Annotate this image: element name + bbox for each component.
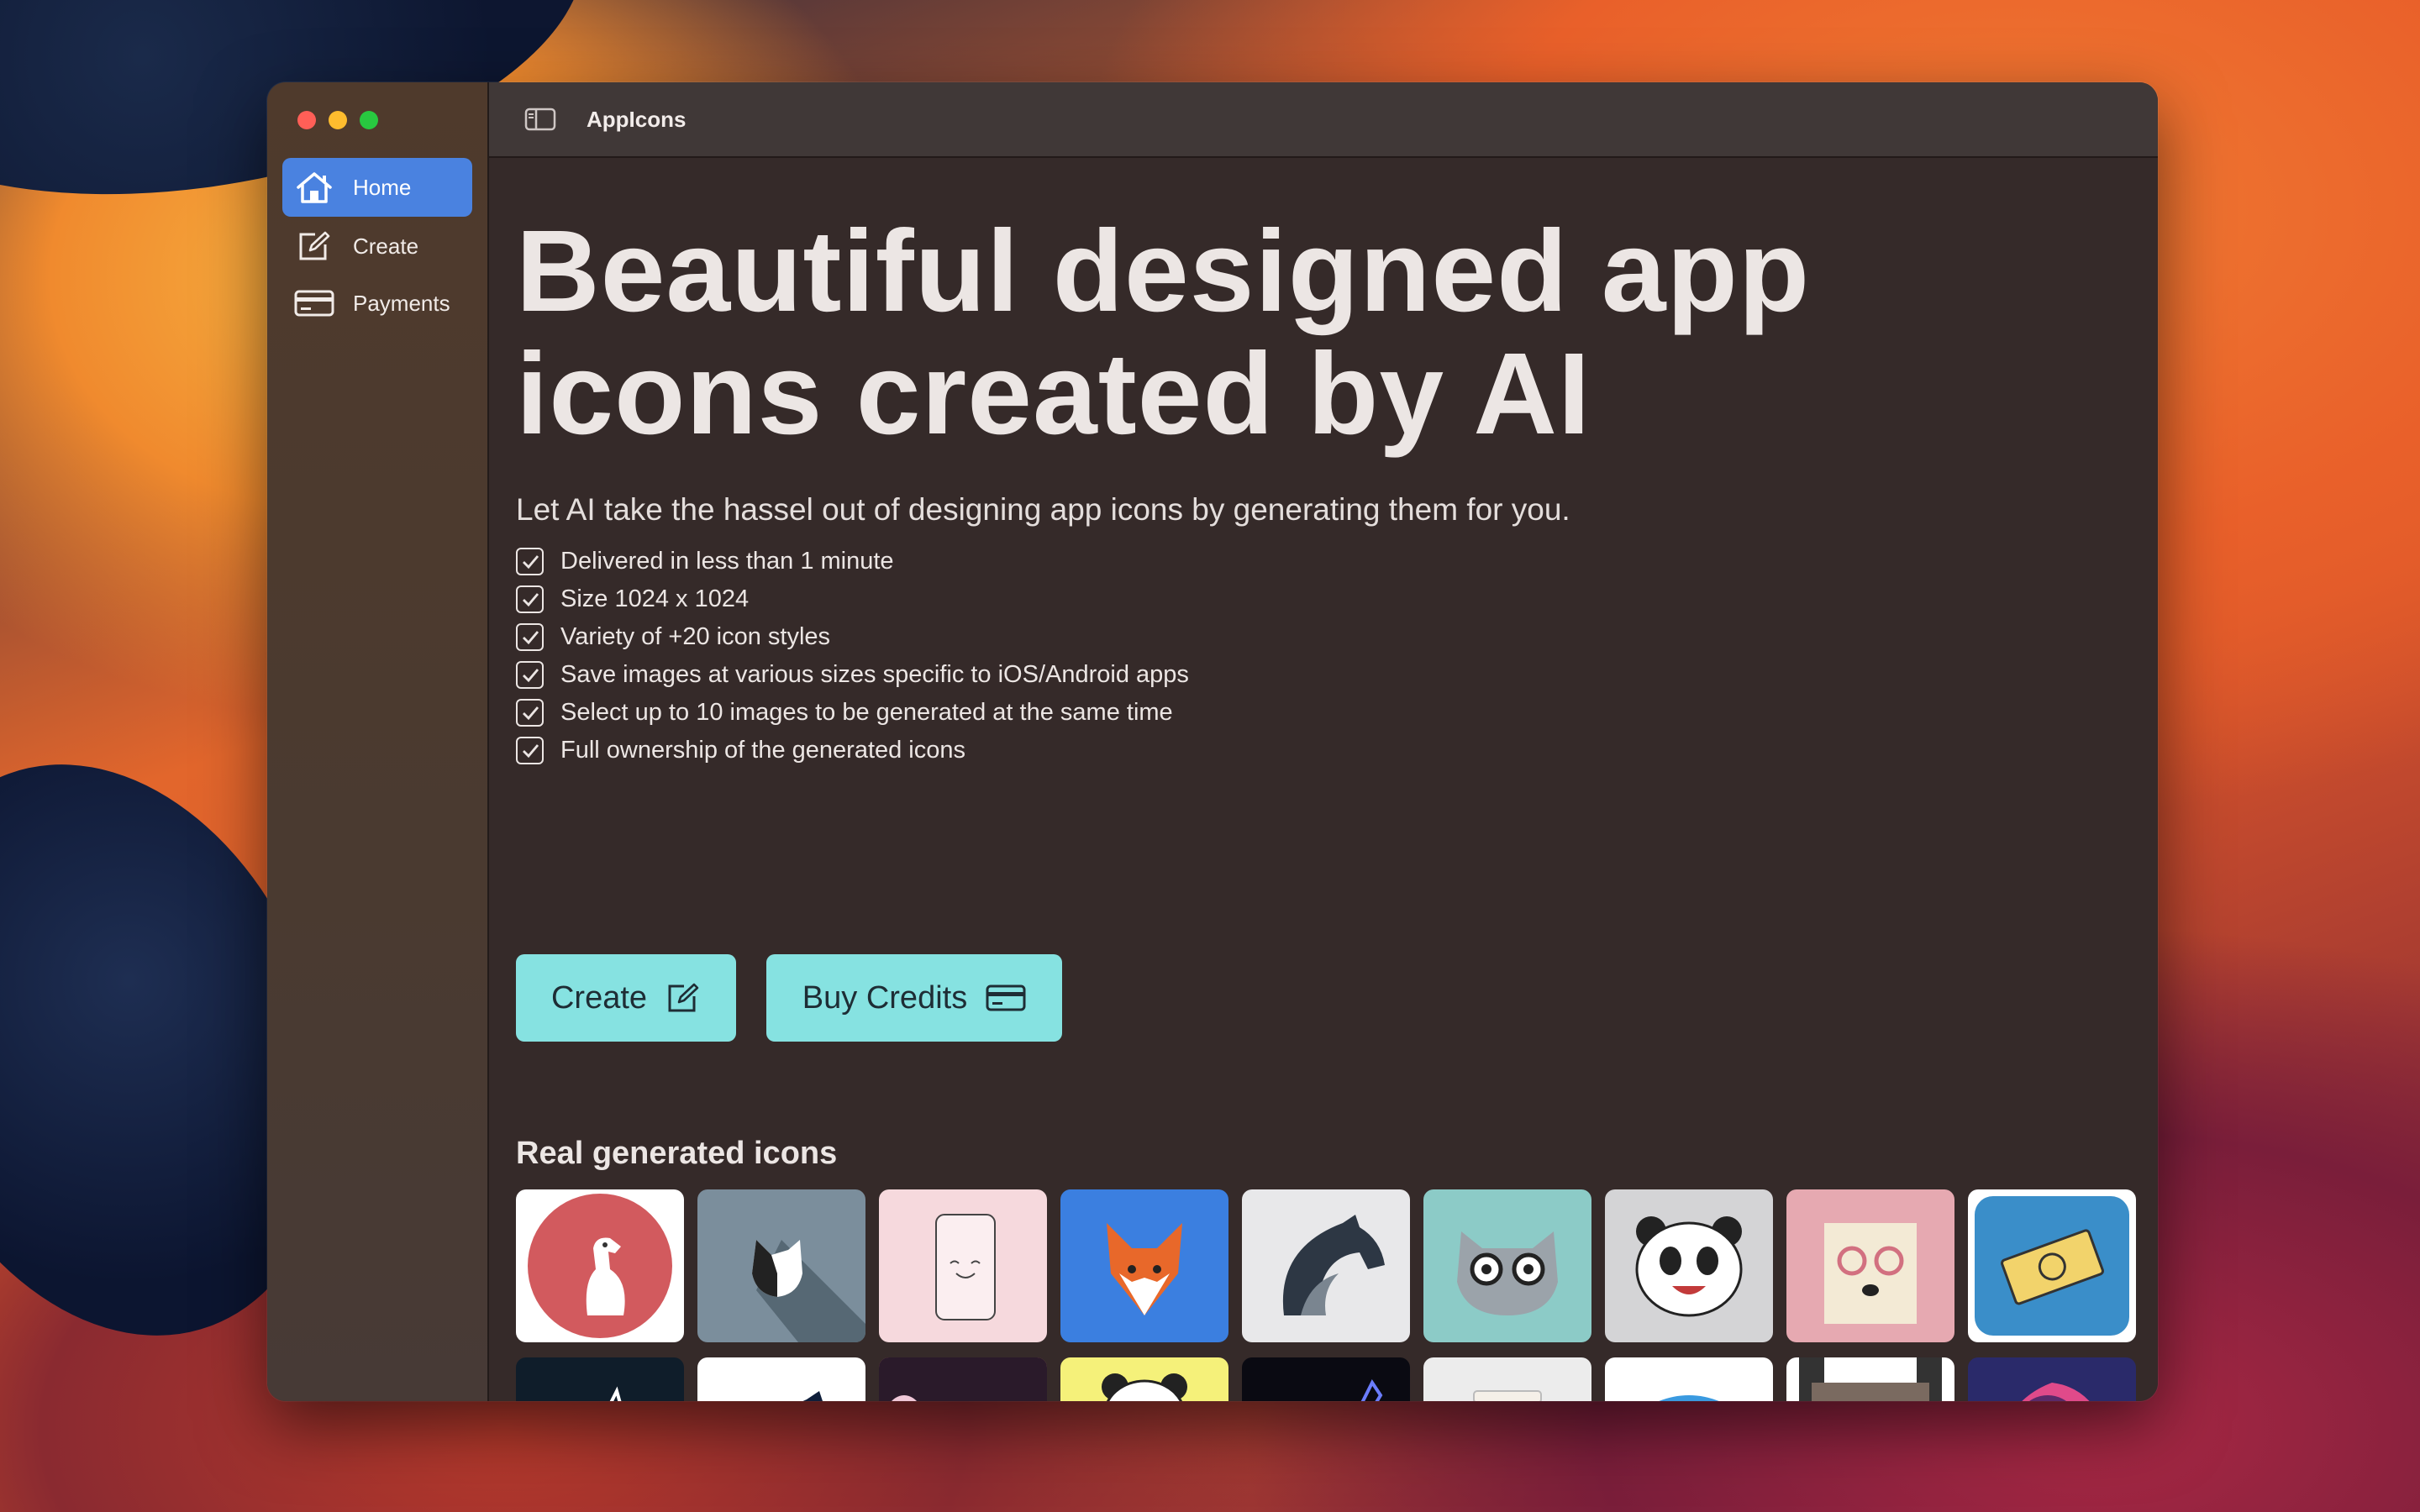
- gallery-title: Real generated icons: [516, 1136, 838, 1171]
- checkmark-icon: [516, 699, 544, 727]
- gallery-icon-dog-glasses[interactable]: [1786, 1189, 1954, 1342]
- main-content: Beautiful designed app icons created by …: [489, 158, 2158, 1401]
- buy-credits-button-label: Buy Credits: [802, 979, 968, 1016]
- pencil-square-icon: [292, 228, 336, 265]
- zoom-button[interactable]: [360, 111, 378, 129]
- window-controls: [297, 111, 378, 129]
- gallery-icon-person-headphones[interactable]: [879, 1357, 1047, 1401]
- list-item: Save images at various sizes specific to…: [516, 656, 1189, 694]
- sidebar-item-home[interactable]: Home: [282, 158, 472, 217]
- sidebar-item-create[interactable]: Create: [282, 217, 472, 276]
- gallery-icon-wolf-outline[interactable]: [516, 1357, 684, 1401]
- list-item: Delivered in less than 1 minute: [516, 543, 1189, 580]
- pencil-square-icon: [666, 982, 701, 1014]
- list-item: Variety of +20 icon styles: [516, 618, 1189, 656]
- feature-text: Variety of +20 icon styles: [560, 623, 831, 650]
- buy-credits-button[interactable]: Buy Credits: [766, 954, 1062, 1042]
- gallery-icon-neon-horse[interactable]: [1242, 1357, 1410, 1401]
- list-item: Size 1024 x 1024: [516, 580, 1189, 618]
- gallery-icon-horse-swoosh[interactable]: [1242, 1189, 1410, 1342]
- page-subtitle: Let AI take the hassel out of designing …: [516, 492, 1570, 527]
- create-button[interactable]: Create: [516, 954, 736, 1042]
- feature-text: Size 1024 x 1024: [560, 585, 750, 612]
- feature-text: Full ownership of the generated icons: [560, 737, 966, 764]
- gallery-icon-money[interactable]: [1968, 1189, 2136, 1342]
- list-item: Select up to 10 images to be generated a…: [516, 694, 1189, 732]
- gallery-icon-coffee-cup[interactable]: [1423, 1357, 1591, 1401]
- checkmark-icon: [516, 548, 544, 575]
- gallery-icon-cat-shadow[interactable]: [697, 1189, 865, 1342]
- gallery-icon-horse-head[interactable]: [697, 1357, 865, 1401]
- gallery-icon-phone-face[interactable]: [879, 1189, 1047, 1342]
- feature-text: Select up to 10 images to be generated a…: [560, 699, 1173, 726]
- gallery-icon-pixel-husky[interactable]: [1786, 1357, 1954, 1401]
- checkmark-icon: [516, 623, 544, 651]
- checkmark-icon: [516, 661, 544, 689]
- feature-text: Delivered in less than 1 minute: [560, 548, 894, 575]
- app-window: Home Create Payments AppIcons Beautiful …: [267, 82, 2158, 1401]
- gallery-icon-woman-headphones[interactable]: [1968, 1357, 2136, 1401]
- sidebar-item-payments[interactable]: Payments: [282, 274, 472, 333]
- feature-text: Save images at various sizes specific to…: [560, 661, 1189, 688]
- gallery-icon-pizza[interactable]: [1605, 1357, 1773, 1401]
- credit-card-icon: [292, 285, 336, 322]
- close-button[interactable]: [297, 111, 316, 129]
- sidebar-item-label: Home: [353, 174, 412, 200]
- house-icon: [292, 169, 336, 206]
- sidebar: Home Create Payments: [267, 82, 489, 1401]
- page-title: Beautiful designed app icons created by …: [516, 207, 1811, 459]
- gallery-icon-dog[interactable]: [516, 1189, 684, 1342]
- gallery-icon-cat-glasses[interactable]: [1423, 1189, 1591, 1342]
- gallery-icon-fox[interactable]: [1060, 1189, 1228, 1342]
- checkmark-icon: [516, 585, 544, 613]
- sidebar-item-label: Create: [353, 233, 419, 259]
- gallery-icon-panda-face[interactable]: [1605, 1189, 1773, 1342]
- checkmark-icon: [516, 737, 544, 764]
- gallery-icon-panda-sitting[interactable]: [1060, 1357, 1228, 1401]
- window-title: AppIcons: [587, 106, 687, 132]
- sidebar-toggle-icon[interactable]: [524, 107, 556, 132]
- list-item: Full ownership of the generated icons: [516, 732, 1189, 769]
- toolbar: AppIcons: [489, 82, 2158, 158]
- minimize-button[interactable]: [329, 111, 347, 129]
- feature-list: Delivered in less than 1 minute Size 102…: [516, 543, 1189, 769]
- create-button-label: Create: [550, 979, 648, 1016]
- credit-card-icon: [986, 984, 1026, 1012]
- sidebar-item-label: Payments: [353, 290, 450, 316]
